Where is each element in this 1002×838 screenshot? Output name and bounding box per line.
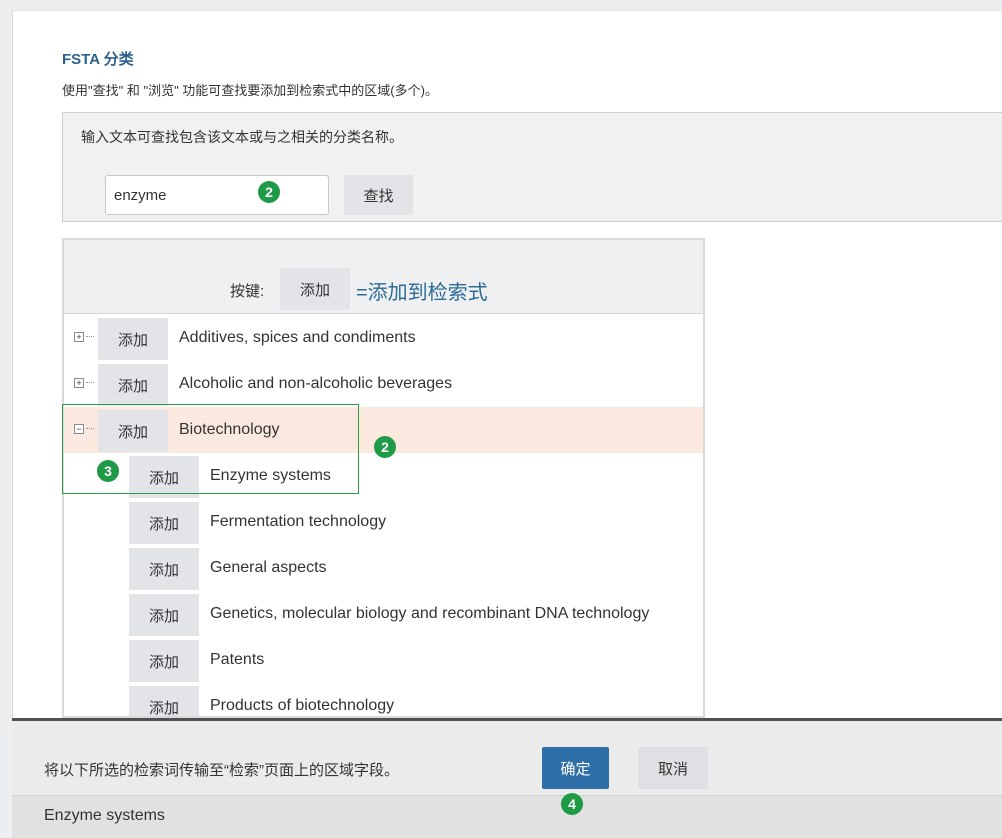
add-button[interactable]: 添加 — [129, 502, 199, 544]
ok-button[interactable]: 确定 — [542, 747, 609, 789]
step-badge-tree: 2 — [374, 436, 396, 458]
key-legend: 按键: 添加 =添加到检索式 — [64, 240, 703, 314]
key-equals-text: =添加到检索式 — [356, 282, 488, 304]
search-input[interactable] — [105, 175, 329, 215]
tree-item-additives: + 添加 Additives, spices and condiments — [64, 315, 703, 361]
find-section: 输入文本可查找包含该文本或与之相关的分类名称。 查找 — [62, 112, 1002, 222]
tree-item-beverages: + 添加 Alcoholic and non-alcoholic beverag… — [64, 361, 703, 407]
step-badge-search: 2 — [258, 181, 280, 203]
tree-item-fermentation: 添加 Fermentation technology — [64, 499, 703, 545]
tree-item-label[interactable]: Additives, spices and condiments — [179, 329, 416, 347]
add-button[interactable]: 添加 — [129, 640, 199, 682]
transfer-text: 将以下所选的检索词传输至“检索”页面上的区域字段。 — [44, 762, 399, 779]
expand-plus-icon[interactable]: + — [74, 332, 84, 342]
add-button[interactable]: 添加 — [98, 318, 168, 360]
tree-connector — [86, 336, 94, 337]
tree-item-general-aspects: 添加 General aspects — [64, 545, 703, 591]
cancel-button[interactable]: 取消 — [638, 747, 708, 789]
selected-terms-area: Enzyme systems — [12, 795, 1002, 838]
tree-item-label[interactable]: Alcoholic and non-alcoholic beverages — [179, 375, 452, 393]
tree-item-label[interactable]: Products of biotechnology — [210, 697, 394, 715]
add-button[interactable]: 添加 — [129, 686, 199, 716]
page-title: FSTA 分类 — [62, 51, 134, 68]
tree-item-patents: 添加 Patents — [64, 637, 703, 683]
tree-item-genetics: 添加 Genetics, molecular biology and recom… — [64, 591, 703, 637]
key-add-button-sample: 添加 — [280, 268, 350, 310]
add-button[interactable]: 添加 — [129, 548, 199, 590]
tree-item-label[interactable]: Genetics, molecular biology and recombin… — [210, 605, 649, 623]
key-label: 按键: — [230, 283, 265, 300]
expand-plus-icon[interactable]: + — [74, 378, 84, 388]
add-button[interactable]: 添加 — [98, 364, 168, 406]
selected-term[interactable]: Enzyme systems — [44, 807, 165, 825]
tree-item-label[interactable]: Patents — [210, 651, 264, 669]
bottom-bar: 将以下所选的检索词传输至“检索”页面上的区域字段。 确定 取消 Enzyme s… — [12, 718, 1002, 838]
add-button[interactable]: 添加 — [129, 594, 199, 636]
tree-connector — [86, 382, 94, 383]
step-badge-child: 3 — [97, 460, 119, 482]
find-instruction: 输入文本可查找包含该文本或与之相关的分类名称。 — [81, 129, 403, 145]
tree-item-products: 添加 Products of biotechnology — [64, 683, 703, 716]
page-description: 使用"查找" 和 "浏览" 功能可查找要添加到检索式中的区域(多个)。 — [62, 83, 438, 98]
step-badge-confirm: 4 — [561, 793, 583, 815]
tree-item-label[interactable]: Fermentation technology — [210, 513, 386, 531]
find-button[interactable]: 查找 — [344, 175, 413, 215]
tree-item-label[interactable]: General aspects — [210, 559, 327, 577]
